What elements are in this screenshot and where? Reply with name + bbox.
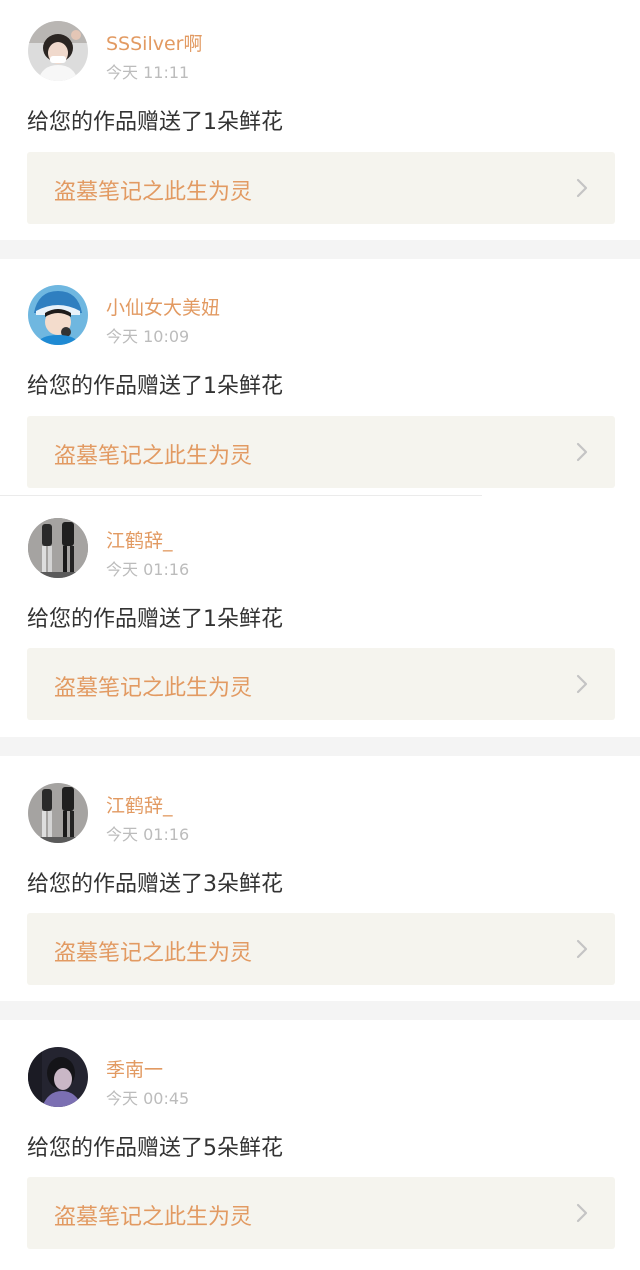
avatar[interactable]	[28, 285, 88, 345]
gift-message: 给您的作品赠送了1朵鲜花	[27, 110, 283, 135]
avatar-girl-blue-hat-icon	[28, 285, 88, 345]
username[interactable]: 小仙女大美妞	[106, 293, 220, 320]
notification-card: 小仙女大美妞 今天 10:09 给您的作品赠送了1朵鲜花 盗墓笔记之此生为灵	[0, 259, 640, 496]
work-link[interactable]: 盗墓笔记之此生为灵	[27, 913, 615, 985]
avatar[interactable]	[28, 1047, 88, 1107]
avatar[interactable]	[28, 783, 88, 843]
gift-message: 给您的作品赠送了1朵鲜花	[27, 607, 283, 632]
avatar[interactable]	[28, 518, 88, 578]
chevron-right-icon	[576, 178, 588, 198]
chevron-right-icon	[576, 442, 588, 462]
timestamp: 今天 01:16	[106, 825, 190, 844]
gift-message: 给您的作品赠送了5朵鲜花	[27, 1136, 283, 1161]
username[interactable]: 江鹤辞_	[106, 791, 173, 818]
chevron-right-icon	[576, 1203, 588, 1223]
notification-card: 江鹤辞_ 今天 01:16 给您的作品赠送了1朵鲜花 盗墓笔记之此生为灵	[0, 496, 640, 737]
gift-message: 给您的作品赠送了1朵鲜花	[27, 374, 283, 399]
card-separator	[0, 737, 640, 756]
work-link[interactable]: 盗墓笔记之此生为灵	[27, 152, 615, 224]
work-link[interactable]: 盗墓笔记之此生为灵	[27, 416, 615, 488]
card-separator	[0, 240, 640, 259]
gift-message: 给您的作品赠送了3朵鲜花	[27, 872, 283, 897]
avatar-girl-white-top-icon	[28, 21, 88, 81]
username[interactable]: 江鹤辞_	[106, 526, 173, 553]
avatar-figures-dark-icon	[28, 518, 88, 578]
timestamp: 今天 11:11	[106, 63, 190, 82]
chevron-right-icon	[576, 674, 588, 694]
work-title: 盗墓笔记之此生为灵	[54, 1205, 253, 1230]
avatar[interactable]	[28, 21, 88, 81]
timestamp: 今天 10:09	[106, 327, 190, 346]
work-link[interactable]: 盗墓笔记之此生为灵	[27, 1177, 615, 1249]
notification-feed: SSSilver啊 今天 11:11 给您的作品赠送了1朵鲜花 盗墓笔记之此生为…	[0, 0, 640, 1270]
work-link[interactable]: 盗墓笔记之此生为灵	[27, 648, 615, 720]
timestamp: 今天 01:16	[106, 560, 190, 579]
work-title: 盗墓笔记之此生为灵	[54, 180, 253, 205]
username[interactable]: SSSilver啊	[106, 29, 203, 56]
chevron-right-icon	[576, 939, 588, 959]
avatar-person-dark-purple-icon	[28, 1047, 88, 1107]
avatar-figures-dark-icon	[28, 783, 88, 843]
username[interactable]: 季南一	[106, 1055, 163, 1082]
card-separator	[0, 1001, 640, 1020]
work-title: 盗墓笔记之此生为灵	[54, 444, 253, 469]
work-title: 盗墓笔记之此生为灵	[54, 941, 253, 966]
notification-card: 季南一 今天 00:45 给您的作品赠送了5朵鲜花 盗墓笔记之此生为灵	[0, 1020, 640, 1270]
notification-card: 江鹤辞_ 今天 01:16 给您的作品赠送了3朵鲜花 盗墓笔记之此生为灵	[0, 756, 640, 1001]
notification-card: SSSilver啊 今天 11:11 给您的作品赠送了1朵鲜花 盗墓笔记之此生为…	[0, 0, 640, 240]
timestamp: 今天 00:45	[106, 1089, 190, 1108]
work-title: 盗墓笔记之此生为灵	[54, 676, 253, 701]
